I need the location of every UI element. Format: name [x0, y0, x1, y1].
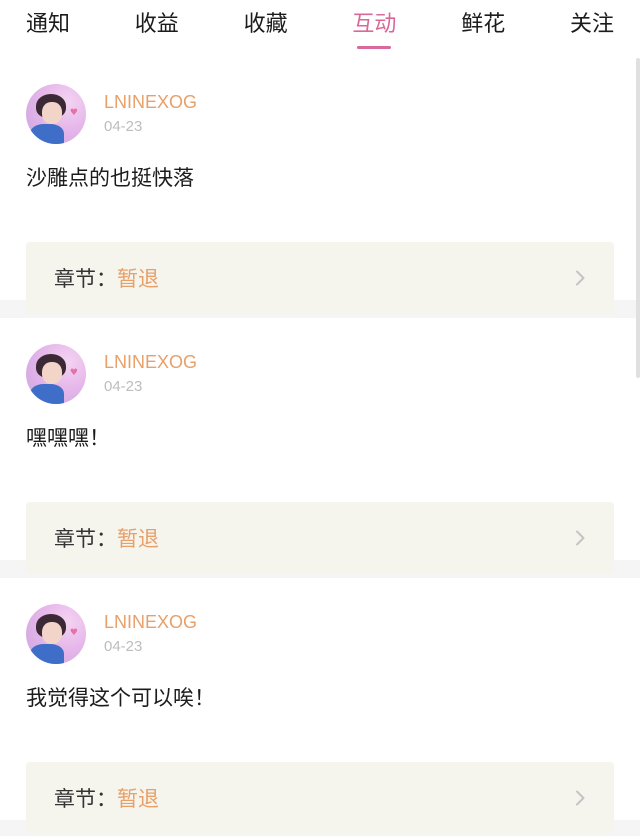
user-meta: LNINEXOG 04-23 [104, 344, 197, 397]
user-meta: LNINEXOG 04-23 [104, 604, 197, 657]
card-header: ♥ LNINEXOG 04-23 [26, 84, 614, 146]
tab-label: 鲜花 [461, 12, 506, 37]
chapter-label: 章节： [54, 527, 117, 551]
tab-label: 收益 [134, 12, 179, 37]
comment-date: 04-23 [104, 638, 143, 655]
comment-date: 04-23 [104, 378, 143, 395]
comment-card: ♥ LNINEXOG 04-23 沙雕点的也挺快落 章节： 暂退 [0, 58, 640, 314]
comment-text: 嘿嘿嘿！ [26, 426, 110, 450]
chevron-right-icon [576, 790, 585, 806]
tab-label: 互动 [352, 12, 397, 37]
tab-notifications[interactable]: 通知 [26, 10, 70, 40]
tab-bar: 通知 收益 收藏 互动 鲜花 关注 [0, 0, 640, 58]
scrollbar[interactable] [636, 58, 640, 378]
heart-icon: ♥ [69, 368, 78, 378]
chapter-label: 章节： [54, 267, 117, 291]
tab-interactions[interactable]: 互动 [352, 10, 397, 49]
comment-text: 我觉得这个可以唉！ [26, 686, 215, 710]
chapter-link[interactable]: 章节： 暂退 [26, 762, 614, 834]
card-header: ♥ LNINEXOG 04-23 [26, 344, 614, 406]
heart-icon: ♥ [69, 108, 78, 118]
chapter-link[interactable]: 章节： 暂退 [26, 242, 614, 314]
username[interactable]: LNINEXOG [104, 350, 197, 374]
user-meta: LNINEXOG 04-23 [104, 84, 197, 137]
chapter-name: 暂退 [117, 787, 159, 811]
interaction-page: 通知 收益 收藏 互动 鲜花 关注 ♥ LNINEXOG 04-23 沙雕点的也… [0, 0, 640, 836]
tab-favorites[interactable]: 收藏 [244, 10, 288, 40]
tab-following[interactable]: 关注 [570, 10, 614, 40]
username[interactable]: LNINEXOG [104, 610, 197, 634]
chevron-right-icon [576, 530, 585, 546]
card-header: ♥ LNINEXOG 04-23 [26, 604, 614, 666]
tab-label: 收藏 [243, 12, 288, 37]
avatar[interactable]: ♥ [26, 84, 86, 144]
active-tab-indicator [357, 46, 392, 49]
tab-label: 通知 [26, 12, 71, 37]
avatar[interactable]: ♥ [26, 604, 86, 664]
comment-date: 04-23 [104, 118, 143, 135]
interaction-feed: ♥ LNINEXOG 04-23 沙雕点的也挺快落 章节： 暂退 ♥ LNINE… [0, 58, 640, 834]
tab-earnings[interactable]: 收益 [135, 10, 179, 40]
tab-flowers[interactable]: 鲜花 [461, 10, 505, 40]
avatar[interactable]: ♥ [26, 344, 86, 404]
chapter-label: 章节： [54, 787, 117, 811]
chapter-link[interactable]: 章节： 暂退 [26, 502, 614, 574]
username[interactable]: LNINEXOG [104, 90, 197, 114]
chapter-name: 暂退 [117, 527, 159, 551]
heart-icon: ♥ [69, 628, 78, 638]
tab-label: 关注 [569, 12, 614, 37]
comment-card: ♥ LNINEXOG 04-23 嘿嘿嘿！ 章节： 暂退 [0, 318, 640, 574]
comment-card: ♥ LNINEXOG 04-23 我觉得这个可以唉！ 章节： 暂退 [0, 578, 640, 834]
chevron-right-icon [576, 270, 585, 286]
chapter-name: 暂退 [117, 267, 159, 291]
comment-text: 沙雕点的也挺快落 [26, 166, 194, 190]
